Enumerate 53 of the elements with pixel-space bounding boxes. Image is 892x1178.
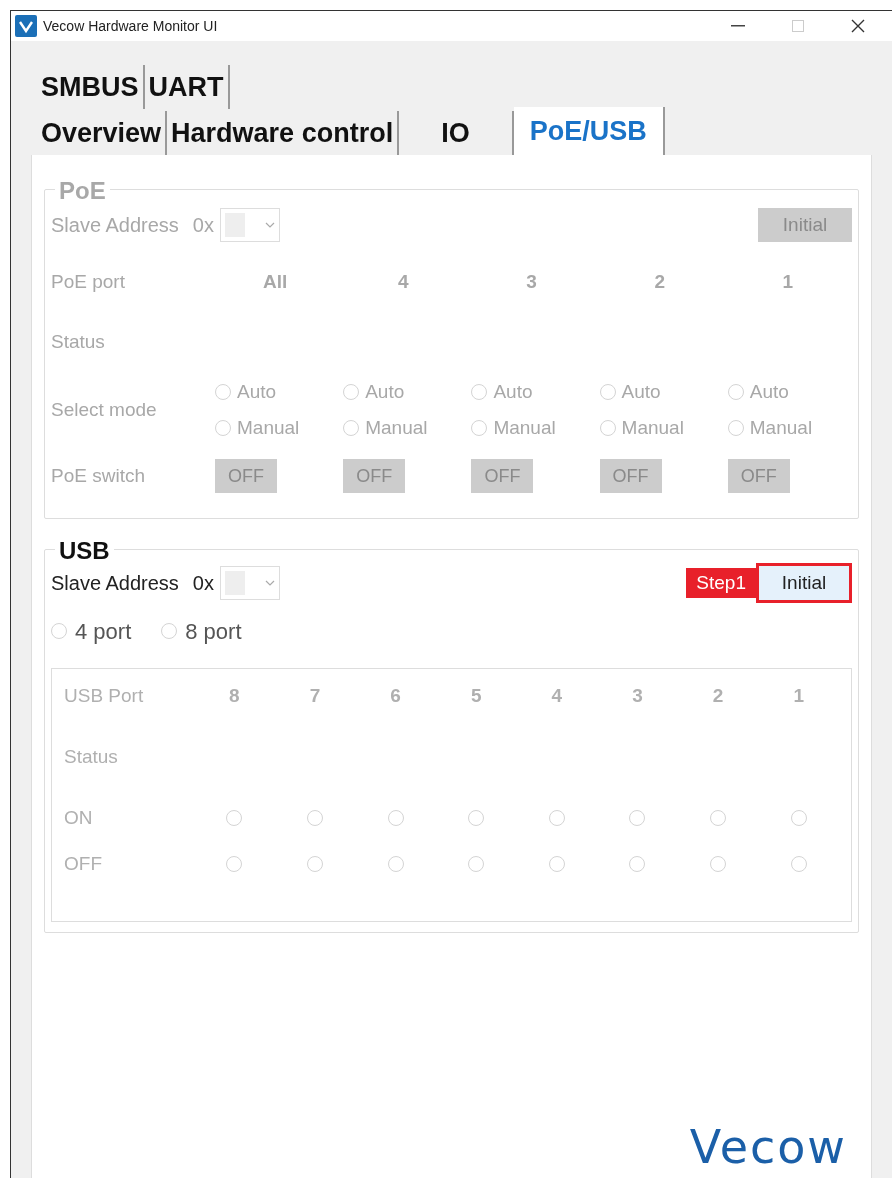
window-title: Vecow Hardware Monitor UI bbox=[43, 16, 218, 36]
radio-label: Auto bbox=[365, 379, 405, 404]
tab[interactable]: UART bbox=[144, 65, 230, 109]
row-label: PoE switch bbox=[51, 463, 146, 488]
radio-label: Manual bbox=[749, 416, 813, 440]
row-label: Status bbox=[51, 329, 106, 354]
port-number: 4 bbox=[398, 269, 409, 294]
field-label: Slave Address bbox=[51, 213, 179, 238]
radio-label: Manual bbox=[621, 416, 684, 440]
radio-label: Auto bbox=[493, 379, 533, 404]
radio-label: Auto bbox=[237, 379, 277, 404]
radio-label: Manual bbox=[365, 416, 428, 440]
close-icon bbox=[851, 19, 865, 33]
port-number: 3 bbox=[632, 683, 643, 708]
radio-label: 4 port bbox=[75, 617, 132, 646]
port-number: 3 bbox=[526, 269, 537, 294]
brand-logo: Vecow bbox=[689, 1119, 847, 1176]
minimize-icon bbox=[731, 25, 745, 27]
radio-label: Auto bbox=[621, 379, 661, 404]
row-label: PoE port bbox=[51, 269, 126, 294]
step-callout: Step1 bbox=[686, 568, 756, 598]
port-number: 4 bbox=[551, 683, 563, 708]
port-number: 2 bbox=[712, 683, 724, 708]
port-number: 2 bbox=[654, 269, 665, 294]
radio-button[interactable] bbox=[51, 623, 67, 639]
chevron-down-icon bbox=[265, 222, 275, 228]
radio-label: Manual bbox=[493, 416, 556, 440]
radio-label: 8 port bbox=[185, 617, 242, 646]
port-number: 6 bbox=[390, 683, 401, 708]
maximize-icon bbox=[792, 20, 804, 32]
radio-label: Manual bbox=[237, 416, 300, 440]
row-label: ON bbox=[64, 805, 94, 830]
row-label: USB Port bbox=[64, 683, 145, 708]
radio-label: Auto bbox=[749, 379, 789, 404]
initial-button[interactable]: Initial bbox=[756, 563, 852, 603]
port-number: 5 bbox=[470, 683, 482, 708]
tab[interactable]: SMBUS bbox=[37, 65, 145, 109]
address-dropdown[interactable] bbox=[220, 566, 280, 600]
field-prefix: 0x bbox=[192, 213, 214, 238]
port-number: 7 bbox=[309, 683, 321, 708]
row-label: Select mode bbox=[51, 397, 158, 422]
port-number: 1 bbox=[782, 269, 794, 294]
tab[interactable]: PoE/USB bbox=[513, 107, 665, 155]
field-label: Slave Address bbox=[51, 571, 179, 596]
row-label: Status bbox=[64, 744, 119, 769]
field-prefix: 0x bbox=[192, 571, 214, 596]
radio-button[interactable] bbox=[161, 623, 178, 639]
port-number: 1 bbox=[793, 683, 804, 708]
row-label: OFF bbox=[64, 851, 103, 876]
port-number: 8 bbox=[229, 683, 240, 708]
app-logo-icon bbox=[15, 15, 37, 37]
port-number: All bbox=[262, 269, 288, 294]
chevron-down-icon bbox=[265, 580, 275, 586]
